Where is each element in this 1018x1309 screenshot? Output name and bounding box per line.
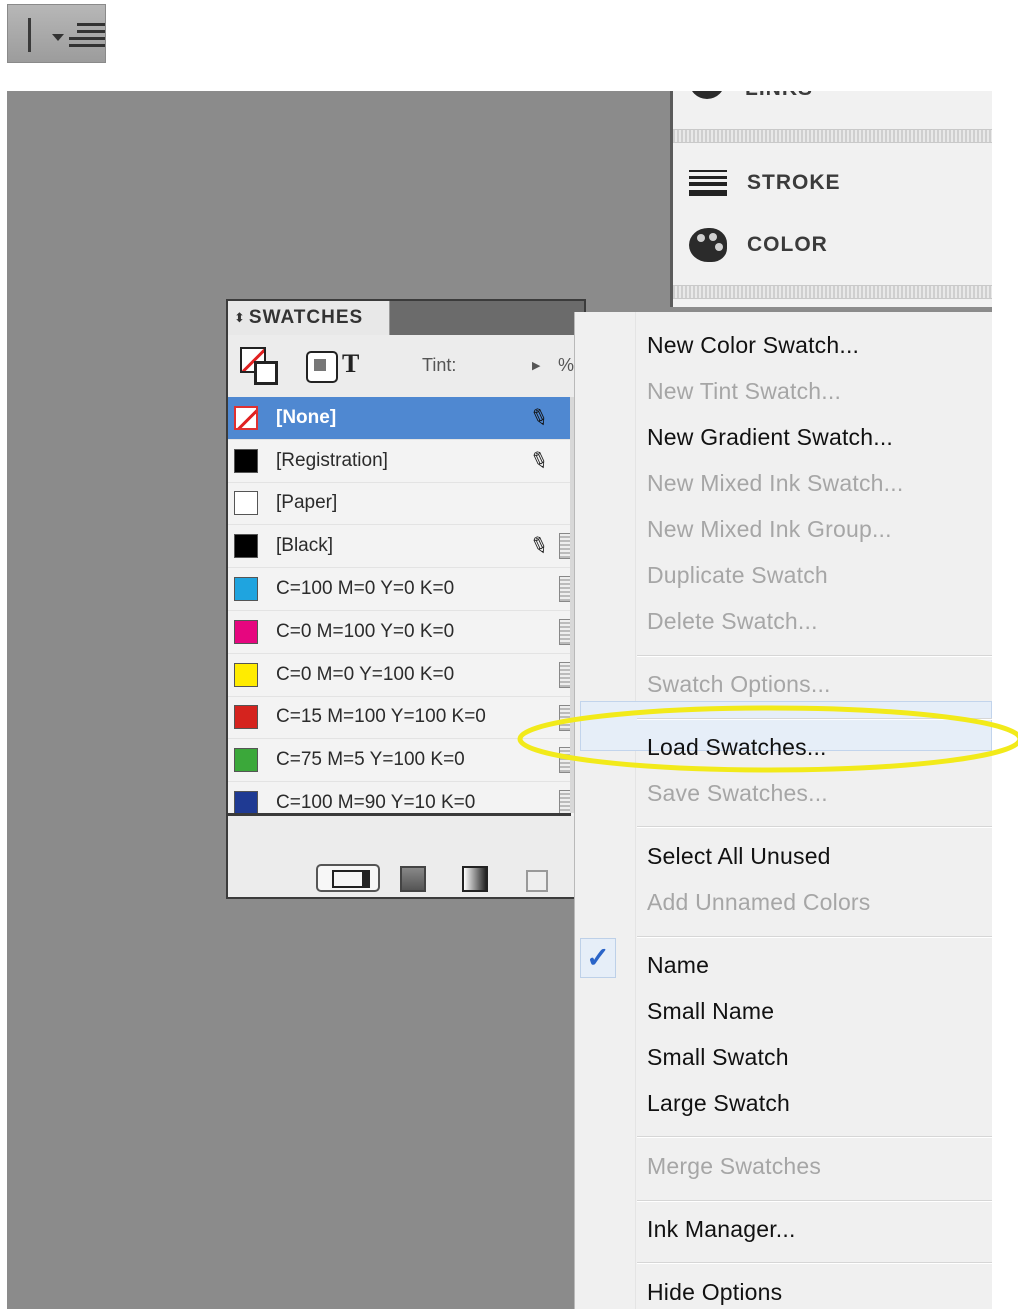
menu-item-merge-swatches: Merge Swatches bbox=[647, 1153, 822, 1179]
dock-item-label: STROKE bbox=[747, 171, 841, 194]
swatches-toolbar: T Tint: ▶ % bbox=[228, 335, 584, 397]
formatting-text-icon[interactable]: T bbox=[342, 349, 359, 379]
menu-item-duplicate-swatch: Duplicate Swatch bbox=[647, 562, 828, 588]
menu-gutter bbox=[575, 312, 636, 1309]
menu-lines-icon bbox=[69, 23, 105, 53]
menu-item-new-mixed-ink-group: New Mixed Ink Group... bbox=[647, 516, 892, 542]
swatch-name: C=75 M=5 Y=100 K=0 bbox=[276, 749, 465, 771]
swatch-row[interactable]: [Registration] ✎ bbox=[228, 440, 571, 483]
swatch-color-chip bbox=[234, 448, 258, 473]
swatch-list: [None] ✎ [Registration] ✎ [Paper] [Black] ✎ C=1… bbox=[228, 397, 571, 825]
menu-separator bbox=[637, 718, 992, 720]
tab-swatches[interactable]: ⬍ SWATCHES bbox=[228, 301, 390, 335]
swatch-color-chip bbox=[234, 405, 258, 430]
menu-item-new-gradient-swatch[interactable]: New Gradient Swatch... bbox=[647, 424, 893, 451]
panel-menu-button[interactable] bbox=[7, 4, 106, 63]
non-editable-pencil-icon: ✎ bbox=[526, 445, 553, 476]
swatch-row[interactable]: [Paper] bbox=[228, 483, 571, 526]
swatch-color-chip bbox=[234, 705, 258, 730]
swatch-name: [Paper] bbox=[276, 492, 338, 514]
workspace-area: LINKS STROKE COLOR ⬍ SWATCHES T Tint: bbox=[7, 91, 992, 1309]
non-editable-pencil-icon: ✎ bbox=[526, 402, 553, 433]
dock-divider bbox=[673, 285, 992, 299]
swatch-color-chip bbox=[234, 791, 258, 816]
swatches-panel: ⬍ SWATCHES T Tint: ▶ % [None] ✎ [Registrat… bbox=[226, 299, 586, 899]
color-icon bbox=[689, 228, 727, 262]
show-color-swatches-icon[interactable] bbox=[400, 866, 426, 892]
tint-unit: % bbox=[558, 355, 575, 375]
dropdown-arrow-icon bbox=[52, 34, 64, 41]
menu-item-new-color-swatch[interactable]: New Color Swatch... bbox=[647, 332, 859, 359]
swatch-color-chip bbox=[234, 491, 258, 516]
menu-item-load-swatches[interactable]: Load Swatches... bbox=[647, 734, 827, 761]
dock-divider bbox=[673, 129, 992, 143]
swatch-color-chip bbox=[234, 577, 258, 602]
panel-title: SWATCHES bbox=[248, 307, 364, 328]
swatch-row[interactable]: C=0 M=100 Y=0 K=0 bbox=[228, 611, 571, 654]
swatch-color-chip bbox=[234, 748, 258, 773]
menu-item-small-name[interactable]: Small Name bbox=[647, 998, 774, 1025]
non-editable-pencil-icon: ✎ bbox=[526, 531, 553, 561]
menu-item-add-unnamed-colors: Add Unnamed Colors bbox=[647, 889, 871, 915]
dock-item-links[interactable]: LINKS bbox=[689, 91, 813, 109]
dock-item-label: LINKS bbox=[745, 91, 813, 101]
fill-stroke-icon[interactable] bbox=[240, 347, 282, 385]
menu-separator bbox=[637, 1136, 992, 1138]
swatch-name: C=0 M=0 Y=100 K=0 bbox=[276, 663, 455, 685]
swatch-row[interactable]: [None] ✎ bbox=[228, 397, 571, 440]
swatch-name: [None] bbox=[276, 406, 337, 428]
menu-separator bbox=[637, 936, 992, 938]
menu-separator bbox=[637, 1262, 992, 1264]
menu-item-new-mixed-ink-swatch: New Mixed Ink Swatch... bbox=[647, 470, 904, 496]
swatch-color-chip bbox=[234, 534, 258, 559]
links-icon bbox=[689, 91, 725, 99]
menu-item-delete-swatch: Delete Swatch... bbox=[647, 608, 818, 634]
dock-item-color[interactable]: COLOR bbox=[689, 225, 828, 265]
menu-item-hide-options[interactable]: Hide Options bbox=[647, 1279, 782, 1306]
collapse-arrows-icon[interactable]: ⬍ bbox=[234, 310, 245, 326]
menu-item-small-swatch[interactable]: Small Swatch bbox=[647, 1044, 789, 1071]
menu-item-ink-manager[interactable]: Ink Manager... bbox=[647, 1216, 796, 1243]
swatch-name: C=100 M=0 Y=0 K=0 bbox=[276, 578, 455, 600]
tint-label: Tint: bbox=[422, 355, 457, 375]
menu-separator bbox=[637, 655, 992, 657]
swatch-color-chip bbox=[234, 619, 258, 644]
menu-separator bbox=[637, 826, 992, 828]
swatch-name: [Black] bbox=[276, 535, 334, 557]
menu-item-save-swatches: Save Swatches... bbox=[647, 780, 828, 806]
menu-item-large-swatch[interactable]: Large Swatch bbox=[647, 1090, 790, 1117]
menu-separator bbox=[637, 1200, 992, 1202]
menu-item-name[interactable]: Name bbox=[647, 952, 709, 979]
new-swatch-icon[interactable] bbox=[526, 870, 548, 892]
swatch-row[interactable]: C=100 M=0 Y=0 K=0 bbox=[228, 568, 571, 611]
swatches-flyout-menu: ✓ New Color Swatch... New Tint Swatch... N… bbox=[574, 312, 992, 1309]
swatch-row[interactable]: [Black] ✎ bbox=[228, 525, 571, 569]
swatch-row[interactable]: C=75 M=5 Y=100 K=0 bbox=[228, 739, 571, 783]
swatch-name: [Registration] bbox=[276, 449, 388, 471]
swatch-color-chip bbox=[234, 662, 258, 687]
stroke-icon bbox=[689, 170, 727, 196]
swatch-row[interactable]: C=0 M=0 Y=100 K=0 bbox=[228, 654, 571, 697]
panel-dock: LINKS STROKE COLOR bbox=[670, 91, 992, 307]
dock-item-label: COLOR bbox=[747, 233, 828, 256]
divider-bar-icon bbox=[28, 18, 31, 52]
swatch-name: C=0 M=100 Y=0 K=0 bbox=[276, 620, 455, 642]
swatch-row[interactable]: C=15 M=100 Y=100 K=0 bbox=[228, 697, 571, 740]
formatting-container-icon[interactable] bbox=[306, 351, 338, 383]
dock-item-stroke[interactable]: STROKE bbox=[689, 163, 841, 203]
swatch-name: C=100 M=90 Y=10 K=0 bbox=[276, 792, 476, 814]
swatches-footer bbox=[228, 816, 584, 897]
swatch-name: C=15 M=100 Y=100 K=0 bbox=[276, 706, 486, 728]
show-gradient-swatches-icon[interactable] bbox=[462, 866, 488, 892]
menu-item-swatch-options: Swatch Options... bbox=[647, 671, 831, 697]
menu-item-new-tint-swatch: New Tint Swatch... bbox=[647, 378, 842, 404]
checkmark-icon: ✓ bbox=[580, 938, 616, 978]
tint-arrow-icon[interactable]: ▶ bbox=[532, 359, 540, 372]
show-all-swatches-icon[interactable] bbox=[316, 864, 380, 892]
menu-item-select-all-unused[interactable]: Select All Unused bbox=[647, 843, 831, 870]
